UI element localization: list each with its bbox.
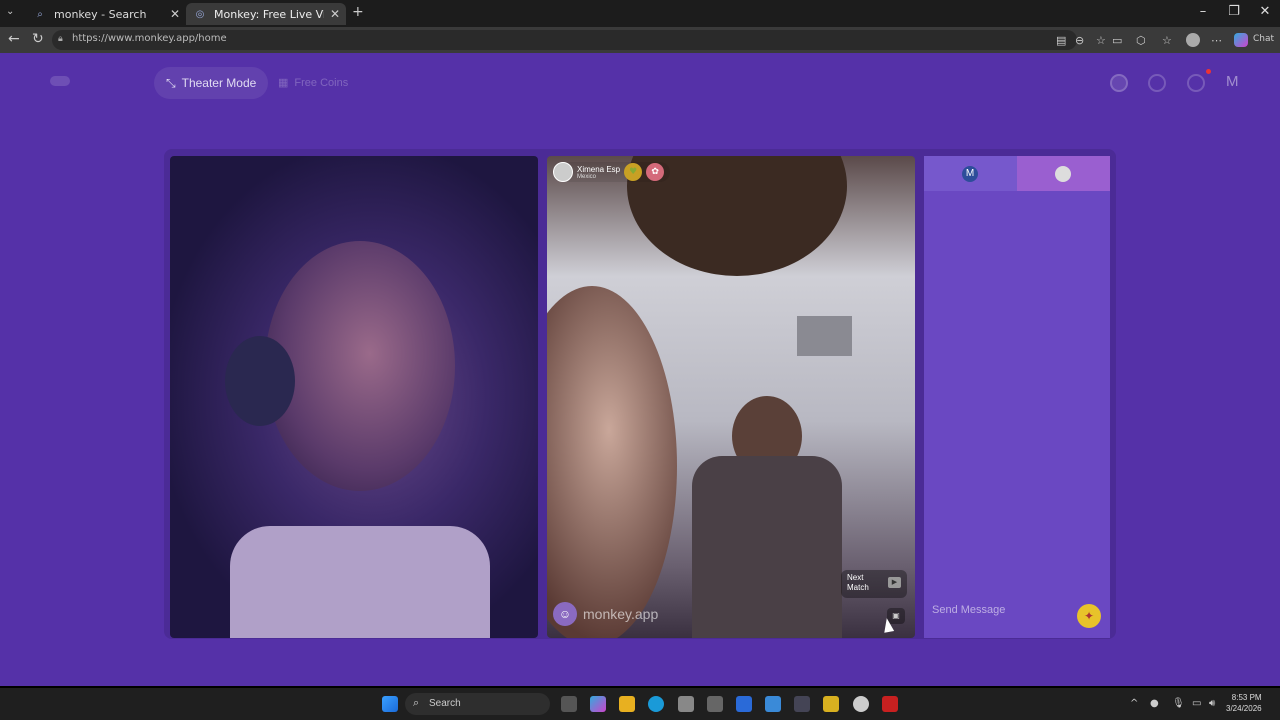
- toggle-icon: [50, 76, 70, 86]
- partner-location: Mexico: [577, 173, 597, 180]
- search-icon: ⌕: [37, 8, 43, 20]
- profile-avatar[interactable]: [1186, 33, 1200, 47]
- app-icon[interactable]: [707, 696, 723, 712]
- copilot-icon[interactable]: [1234, 33, 1248, 47]
- tab-self[interactable]: M: [924, 156, 1017, 191]
- partner-body-center: [692, 456, 842, 638]
- next-icon: ▶: [888, 577, 901, 588]
- coins-icon: ▦: [278, 77, 289, 89]
- start-icon[interactable]: [382, 696, 398, 712]
- video-icon[interactable]: ▭: [1112, 34, 1122, 47]
- chat-panel: M Send Message ✦: [924, 156, 1110, 638]
- tab-partner[interactable]: [1017, 156, 1110, 191]
- search-icon: ⌕: [413, 697, 420, 709]
- tab-monkey[interactable]: ◎ Monkey: Free Live Video Chat ✕: [186, 3, 346, 25]
- windows-taskbar: ⌕ Search ^ ● 🎙︎ ▭ 🔊︎ 8:53 PM 3/24/2026: [0, 688, 1280, 720]
- chrome-icon[interactable]: [853, 696, 869, 712]
- back-button[interactable]: ←: [8, 31, 20, 47]
- tab-search[interactable]: ⌕ monkey - Search ✕: [26, 3, 186, 25]
- monkey-watermark: ☺ monkey.app: [553, 602, 658, 626]
- extensions-icon[interactable]: ⬡: [1136, 34, 1146, 47]
- app-icon-3[interactable]: [765, 696, 781, 712]
- partner-badge[interactable]: Ximena Esp Mexico ♥ ✿: [553, 162, 671, 182]
- favorite-star-icon[interactable]: ☆: [1096, 34, 1106, 47]
- message-bar: Send Message ✦: [924, 596, 1110, 638]
- theater-mode-label: Theater Mode: [181, 76, 257, 90]
- heart-icon[interactable]: ♥: [624, 163, 643, 181]
- tab-title: monkey - Search: [54, 7, 147, 21]
- address-bar: ← ↻ 🔒︎ https://www.monkey.app/home ▤ ⊖ ☆…: [0, 27, 1280, 53]
- self-avatar: M: [962, 166, 978, 182]
- notification-dot: [1206, 69, 1211, 74]
- gift-button[interactable]: ✦: [1077, 604, 1101, 628]
- monkey-page: ⤡ Theater Mode ▦ Free Coins M Ximena Esp…: [0, 53, 1280, 686]
- faded-toggle[interactable]: [50, 76, 70, 86]
- close-icon[interactable]: ✕: [170, 7, 180, 21]
- next-match-button[interactable]: Next Match ▶: [841, 570, 907, 598]
- network-icon[interactable]: ▭: [1192, 698, 1201, 709]
- video-stage: Ximena Esp Mexico ♥ ✿ Next Match ▶ ☺ mon…: [164, 149, 1116, 639]
- notifications-icon[interactable]: [1187, 74, 1205, 92]
- account-avatar[interactable]: M: [1226, 73, 1239, 90]
- more-icon[interactable]: ⋯: [1211, 34, 1222, 47]
- new-tab-button[interactable]: +: [352, 4, 364, 20]
- date-text: 3/24/2026: [1226, 704, 1262, 713]
- minimize-button[interactable]: –: [1188, 4, 1218, 19]
- edge-icon[interactable]: [648, 696, 664, 712]
- theater-mode-button[interactable]: ⤡ Theater Mode: [154, 67, 269, 99]
- tray-app-icon[interactable]: ●: [1150, 698, 1159, 709]
- globe-icon: ◎: [195, 8, 205, 20]
- file-explorer-icon[interactable]: [619, 696, 635, 712]
- app-icon-4[interactable]: [823, 696, 839, 712]
- volume-icon[interactable]: 🔊︎: [1209, 698, 1215, 709]
- url-text: https://www.monkey.app/home: [72, 33, 227, 44]
- url-field[interactable]: 🔒︎ https://www.monkey.app/home: [52, 30, 1077, 50]
- partner-name: Ximena Esp: [577, 164, 621, 174]
- clock[interactable]: 8:53 PM 3/24/2026: [1226, 692, 1262, 714]
- tab-title: Monkey: Free Live Video Chat: [214, 7, 324, 21]
- ceiling-vent: [797, 316, 852, 356]
- close-window-button[interactable]: ✕: [1250, 4, 1280, 19]
- store-icon[interactable]: [678, 696, 694, 712]
- close-icon[interactable]: ✕: [330, 7, 340, 21]
- partner-chat-avatar: [1055, 166, 1071, 182]
- self-shoulders: [230, 526, 490, 638]
- tracking-icon[interactable]: ⊖: [1075, 34, 1084, 47]
- app-icon-5[interactable]: [882, 696, 898, 712]
- monkey-logo-icon: ☺: [553, 602, 577, 626]
- tab-actions-chevron-icon[interactable]: ⌄: [6, 6, 14, 17]
- gift-icon[interactable]: ✿: [646, 163, 665, 181]
- taskbar-search[interactable]: ⌕ Search: [405, 693, 550, 715]
- message-input[interactable]: Send Message: [932, 604, 1005, 616]
- partner-video: Ximena Esp Mexico ♥ ✿ Next Match ▶ ☺ mon…: [547, 156, 915, 638]
- task-view-icon[interactable]: [561, 696, 577, 712]
- chat-tabs: M: [924, 156, 1110, 191]
- partner-avatar: [553, 162, 573, 182]
- mic-icon[interactable]: 🎙︎: [1172, 698, 1185, 709]
- maximize-button[interactable]: ❐: [1219, 4, 1249, 19]
- tray-chevron-icon[interactable]: ^: [1130, 698, 1138, 709]
- favorites-icon[interactable]: ☆: [1162, 34, 1172, 47]
- expand-icon: ⤡: [166, 75, 176, 90]
- app-icon-2[interactable]: [736, 696, 752, 712]
- watermark-text: monkey.app: [583, 606, 659, 622]
- free-coins-button[interactable]: ▦ Free Coins: [278, 76, 349, 90]
- lock-icon: 🔒︎: [58, 34, 63, 44]
- history-icon[interactable]: [1148, 74, 1166, 92]
- browser-titlebar: ⌄ ⌕ monkey - Search ✕ ◎ Monkey: Free Liv…: [0, 0, 1280, 27]
- copilot-label[interactable]: Chat: [1253, 34, 1274, 44]
- refresh-button[interactable]: ↻: [32, 31, 44, 47]
- headphones: [225, 336, 295, 426]
- steam-icon[interactable]: [794, 696, 810, 712]
- self-video: [170, 156, 538, 638]
- copilot-taskbar-icon[interactable]: [590, 696, 606, 712]
- coin-balance-icon[interactable]: [1110, 74, 1128, 92]
- free-coins-label: Free Coins: [294, 76, 349, 89]
- self-person: [265, 241, 455, 491]
- partner-person-left: [547, 286, 677, 638]
- search-placeholder: Search: [429, 698, 461, 709]
- reader-icon[interactable]: ▤: [1056, 34, 1066, 47]
- time-text: 8:53 PM: [1231, 693, 1262, 702]
- next-match-label: Next Match: [847, 573, 869, 592]
